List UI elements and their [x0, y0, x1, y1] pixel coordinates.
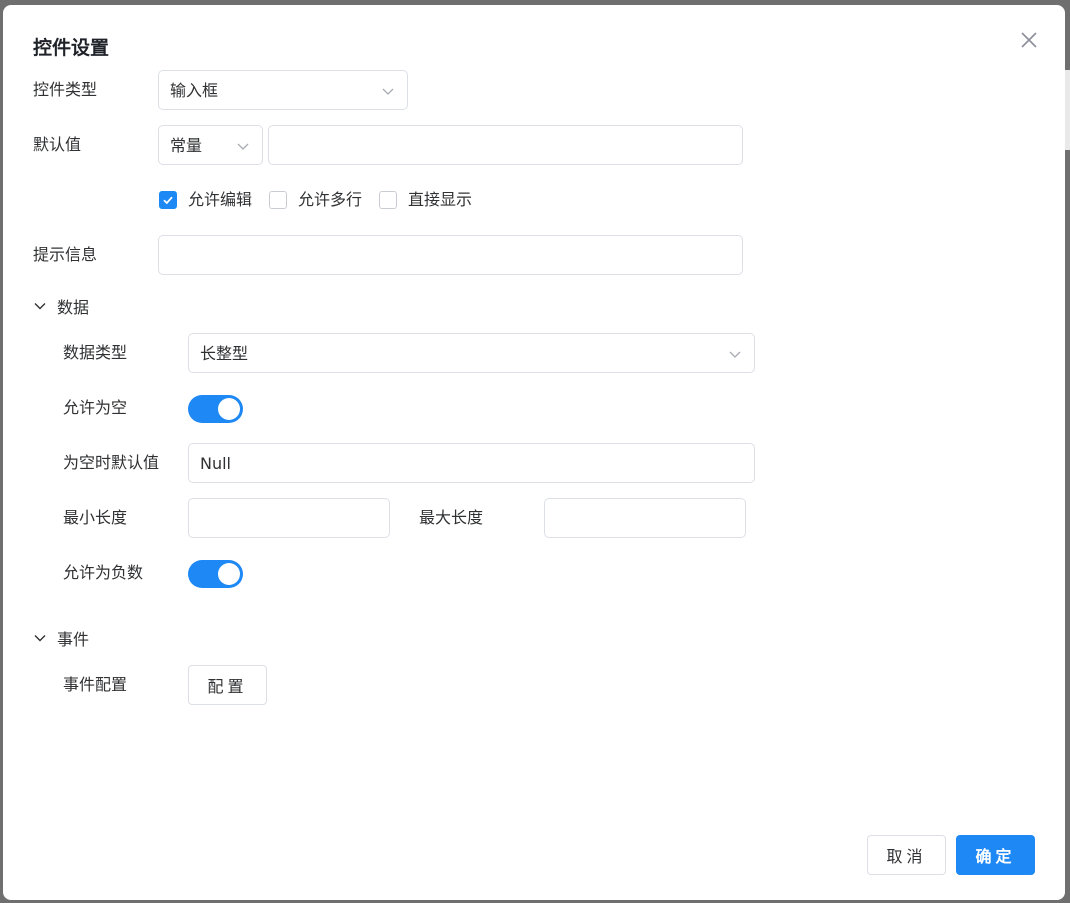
min-length-input[interactable] — [188, 498, 390, 538]
event-config-label: 事件配置 — [63, 675, 128, 694]
chevron-down-icon — [729, 351, 741, 358]
min-length-label: 最小长度 — [63, 508, 128, 527]
control-type-value: 输入框 — [170, 81, 219, 100]
event-section-toggle[interactable]: 事件 — [33, 626, 89, 650]
default-value-mode: 常量 — [170, 136, 203, 155]
switch-knob — [218, 398, 240, 420]
direct-display-checkbox[interactable] — [379, 191, 397, 209]
dialog-title: 控件设置 — [33, 37, 110, 59]
chevron-down-icon — [34, 303, 46, 310]
chevron-down-icon — [34, 635, 46, 642]
switch-knob — [218, 563, 240, 585]
event-config-button[interactable]: 配置 — [188, 665, 267, 705]
check-icon — [163, 196, 173, 205]
allow-multiline-label: 允许多行 — [298, 190, 363, 209]
control-type-label: 控件类型 — [33, 80, 98, 99]
hint-input[interactable] — [158, 235, 743, 275]
allow-empty-label: 允许为空 — [63, 398, 128, 417]
chevron-down-icon — [382, 88, 394, 95]
empty-default-value: Null — [200, 454, 231, 473]
data-type-label: 数据类型 — [63, 343, 128, 362]
cancel-button[interactable]: 取消 — [867, 835, 946, 875]
data-section-toggle[interactable]: 数据 — [33, 294, 89, 318]
allow-negative-label: 允许为负数 — [63, 563, 144, 582]
empty-default-input[interactable]: Null — [188, 443, 755, 483]
default-value-mode-select[interactable]: 常量 — [158, 125, 263, 165]
direct-display-label: 直接显示 — [408, 190, 473, 209]
default-value-input[interactable] — [268, 125, 743, 165]
data-type-value: 长整型 — [200, 344, 249, 363]
allow-empty-switch[interactable] — [188, 395, 243, 423]
max-length-input[interactable] — [544, 498, 746, 538]
data-type-select[interactable]: 长整型 — [188, 333, 755, 373]
max-length-label: 最大长度 — [419, 508, 484, 527]
allow-edit-label: 允许编辑 — [188, 190, 253, 209]
control-type-select[interactable]: 输入框 — [158, 70, 408, 110]
allow-edit-checkbox[interactable] — [159, 191, 177, 209]
allow-negative-switch[interactable] — [188, 560, 243, 588]
confirm-button[interactable]: 确定 — [956, 835, 1035, 875]
control-settings-dialog: 控件设置 控件类型 输入框 默认值 常量 允许编辑 允许多行 直接显示 提示信息… — [3, 5, 1065, 900]
chevron-down-icon — [237, 143, 249, 150]
default-value-label: 默认值 — [33, 135, 82, 154]
data-section-title: 数据 — [57, 298, 90, 317]
close-icon[interactable] — [1017, 28, 1041, 52]
hint-label: 提示信息 — [33, 245, 98, 264]
allow-multiline-checkbox[interactable] — [269, 191, 287, 209]
empty-default-label: 为空时默认值 — [63, 453, 160, 472]
event-section-title: 事件 — [57, 630, 90, 649]
